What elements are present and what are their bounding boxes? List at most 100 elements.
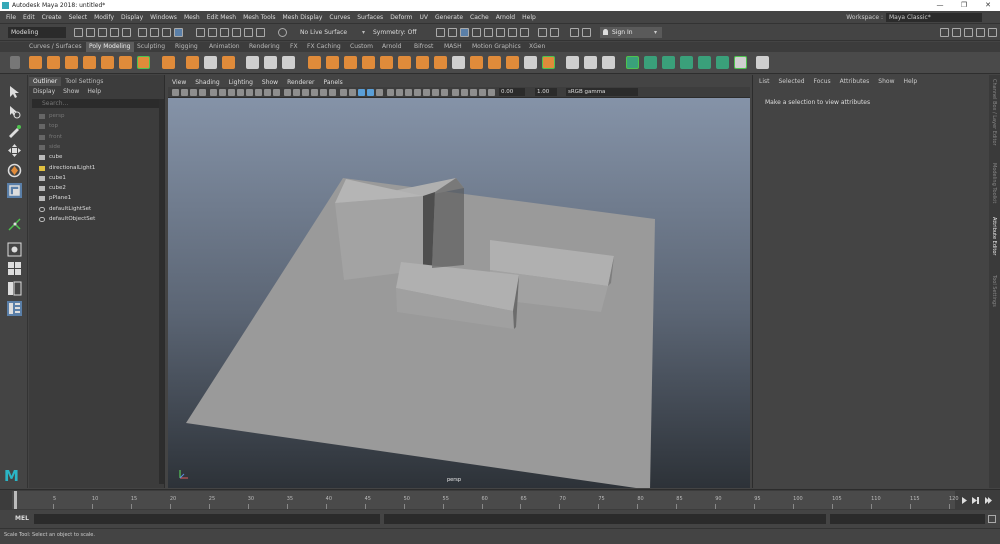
tab-outliner[interactable]: Outliner <box>29 77 62 86</box>
tab-channel-box[interactable]: Channel Box / Layer Editor <box>991 79 997 146</box>
menu-curves[interactable]: Curves <box>329 14 350 21</box>
outliner-item[interactable]: cube1 <box>39 174 66 183</box>
merge-icon[interactable] <box>506 56 519 69</box>
shelf-tab-sculpting[interactable]: Sculpting <box>137 42 165 52</box>
append-polygon-icon[interactable] <box>488 56 501 69</box>
shelf-tab-curves-surfaces[interactable]: Curves / Surfaces <box>29 42 82 52</box>
viewport-menu-panels[interactable]: Panels <box>323 78 342 87</box>
close-icon[interactable]: ✕ <box>976 0 1000 11</box>
ipr-render-icon[interactable] <box>460 28 469 37</box>
single-perspective-view-icon[interactable] <box>7 242 22 257</box>
viewport-tool-icon[interactable] <box>329 89 336 96</box>
outliner-item[interactable]: persp <box>39 112 65 121</box>
mel-input[interactable] <box>34 514 380 524</box>
viewport-tool-icon[interactable] <box>311 89 318 96</box>
workspace-dropdown[interactable]: Maya Classic* <box>886 13 982 22</box>
viewport-tool-icon[interactable] <box>199 89 206 96</box>
outliner-item[interactable]: pPlane1 <box>39 194 71 203</box>
viewport-tool-icon[interactable] <box>293 89 300 96</box>
select-component-icon[interactable] <box>162 28 171 37</box>
viewport-tool-icon[interactable] <box>414 89 421 96</box>
viewport-tool-icon[interactable] <box>452 89 459 96</box>
save-scene-icon[interactable] <box>98 28 107 37</box>
boolean-intersection-icon[interactable] <box>344 56 357 69</box>
outliner-item[interactable]: side <box>39 143 60 152</box>
new-scene-icon[interactable] <box>74 28 83 37</box>
go-to-end-icon[interactable] <box>985 497 992 504</box>
restore-icon[interactable]: ❐ <box>952 0 976 11</box>
snap-grid-icon[interactable] <box>196 28 205 37</box>
attr-menu-help[interactable]: Help <box>903 78 917 85</box>
gamma-field[interactable]: 1.00 <box>535 88 557 96</box>
shelf-tab-motion-graphics[interactable]: Motion Graphics <box>472 42 521 52</box>
attribute-editor-toggle-icon[interactable] <box>976 28 985 37</box>
outliner-scrollbar[interactable] <box>159 99 164 484</box>
tab-tool-settings[interactable]: Tool Settings <box>61 77 107 86</box>
select-object-icon[interactable] <box>150 28 159 37</box>
platonic-solid-icon[interactable] <box>162 56 175 69</box>
poly-torus-icon[interactable] <box>101 56 114 69</box>
viewport-tool-icon[interactable] <box>432 89 439 96</box>
menu-cache[interactable]: Cache <box>470 14 489 21</box>
live-surface-label[interactable]: No Live Surface <box>300 29 347 36</box>
poly-cube-icon[interactable] <box>47 56 60 69</box>
menu-help[interactable]: Help <box>522 14 536 21</box>
timeline-track[interactable]: 1510152025303540455055606570758085909510… <box>12 491 959 509</box>
panel-layout-icon[interactable] <box>952 28 961 37</box>
viewport-tool-icon[interactable] <box>172 89 179 96</box>
outliner-item[interactable]: cube2 <box>39 184 66 193</box>
outliner-item[interactable]: defaultObjectSet <box>39 215 95 224</box>
shelf-tab-poly-modeling[interactable]: Poly Modeling <box>86 42 134 52</box>
viewport-tool-icon[interactable] <box>488 89 495 96</box>
tab-modeling-toolkit[interactable]: Modeling Toolkit <box>991 163 997 203</box>
fill-hole-icon[interactable] <box>398 56 411 69</box>
outliner-menu-show[interactable]: Show <box>63 88 79 95</box>
lasso-tool-icon[interactable] <box>7 104 22 119</box>
shelf-tab-mash[interactable]: MASH <box>444 42 462 52</box>
viewport-tool-icon[interactable] <box>228 89 235 96</box>
menu-mesh[interactable]: Mesh <box>184 14 200 21</box>
viewport-tool-icon[interactable] <box>387 89 394 96</box>
viewport-tool-icon[interactable] <box>405 89 412 96</box>
step-forward-icon[interactable] <box>972 497 979 504</box>
viewport-tool-icon[interactable] <box>190 89 197 96</box>
attr-menu-selected[interactable]: Selected <box>779 78 805 85</box>
separate-icon[interactable] <box>264 56 277 69</box>
menu-uv[interactable]: UV <box>420 14 429 21</box>
quad-draw-icon[interactable] <box>584 56 597 69</box>
attr-menu-attributes[interactable]: Attributes <box>840 78 870 85</box>
viewport-tool-icon[interactable] <box>284 89 291 96</box>
menu-select[interactable]: Select <box>69 14 88 21</box>
redo-icon[interactable] <box>122 28 131 37</box>
current-time-indicator[interactable] <box>14 491 17 509</box>
hypershade-icon[interactable] <box>484 28 493 37</box>
menu-deform[interactable]: Deform <box>390 14 412 21</box>
snap-surface-icon[interactable] <box>244 28 253 37</box>
outliner-item[interactable]: front <box>39 133 62 142</box>
viewport-tool-icon[interactable] <box>264 89 271 96</box>
sign-in-button[interactable]: Sign In <box>600 27 662 38</box>
menu-surfaces[interactable]: Surfaces <box>357 14 383 21</box>
layout-toggle-icon[interactable] <box>940 28 949 37</box>
3d-cut-sew-icon[interactable] <box>756 56 769 69</box>
menu-modify[interactable]: Modify <box>94 14 114 21</box>
snap-live-icon[interactable] <box>256 28 265 37</box>
outliner-item[interactable]: directionalLight1 <box>39 164 95 173</box>
outliner-search-input[interactable]: Search... <box>32 99 162 108</box>
menu-file[interactable]: File <box>6 14 16 21</box>
attr-menu-list[interactable]: List <box>759 78 770 85</box>
exposure-field[interactable]: 0.00 <box>499 88 525 96</box>
paint-select-tool-icon[interactable] <box>7 123 22 138</box>
reduce-icon[interactable] <box>416 56 429 69</box>
viewport-tool-icon[interactable] <box>237 89 244 96</box>
viewport-tool-icon[interactable] <box>273 89 280 96</box>
viewport-tool-icon[interactable] <box>441 89 448 96</box>
render-view-icon[interactable] <box>436 28 445 37</box>
shelf-menu-icon[interactable] <box>10 56 20 69</box>
outliner-item[interactable]: cube <box>39 153 62 162</box>
undo-icon[interactable] <box>110 28 119 37</box>
insert-edge-loop-icon[interactable] <box>524 56 537 69</box>
uv-editor-icon[interactable] <box>734 56 747 69</box>
viewport-menu-renderer[interactable]: Renderer <box>287 78 314 87</box>
symmetry-chevron-icon[interactable]: ▾ <box>362 29 365 36</box>
